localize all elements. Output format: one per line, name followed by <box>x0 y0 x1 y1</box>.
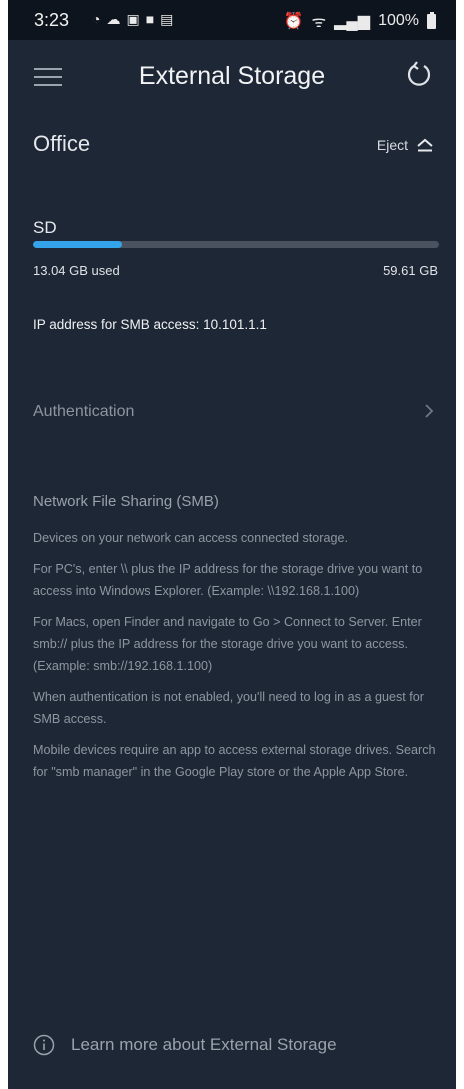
device-row: Office Eject <box>8 125 456 165</box>
smb-paragraph: Devices on your network can access conne… <box>33 531 349 545</box>
smb-title: Network File Sharing (SMB) <box>33 493 219 510</box>
status-time: 3:23 <box>34 10 70 30</box>
cast-icon: ◔ <box>92 11 101 27</box>
message-icon: ■ <box>145 11 155 27</box>
smb-info-section: Network File Sharing (SMB) Devices on yo… <box>33 493 438 792</box>
info-icon <box>33 1034 55 1056</box>
phone-screen: 3:23 ◔ ☁ ▣ ■ ▤ ⏰ ᯤ ▂▄▆ 100% External Sto… <box>8 0 456 1089</box>
gallery-icon: ▣ <box>126 11 140 27</box>
drive-label: SD <box>33 218 57 237</box>
authentication-row[interactable]: Authentication <box>8 385 456 435</box>
battery-icon <box>427 11 436 29</box>
wifi-icon: ᯤ <box>311 14 327 31</box>
eject-button[interactable]: Eject <box>377 137 434 153</box>
total-space: 59.61 GB <box>383 263 438 278</box>
eject-label: Eject <box>376 137 408 153</box>
smb-paragraph: For PC's, enter \\ plus the IP address f… <box>33 562 423 598</box>
clipboard-icon: ▤ <box>160 11 174 27</box>
alarm-icon: ⏰ <box>283 13 304 30</box>
weather-icon: ☁ <box>106 11 121 27</box>
smb-paragraph: Mobile devices require an app to access … <box>33 743 436 779</box>
page-title: External Storage <box>138 62 326 90</box>
learn-more-label: Learn more about External Storage <box>71 1035 337 1054</box>
learn-more-link[interactable]: Learn more about External Storage <box>33 1034 337 1056</box>
status-bar: 3:23 ◔ ☁ ▣ ■ ▤ ⏰ ᯤ ▂▄▆ 100% <box>8 0 456 40</box>
battery-percent: 100% <box>378 12 419 29</box>
app-bar: External Storage <box>8 40 456 112</box>
device-name: Office <box>33 131 91 156</box>
system-icons: ⏰ ᯤ ▂▄▆ 100% <box>284 10 436 32</box>
smb-paragraph: For Macs, open Finder and navigate to Go… <box>33 615 422 673</box>
storage-usage-fill <box>33 241 123 248</box>
chevron-right-icon <box>425 404 434 418</box>
signal-icon: ▂▄▆ <box>334 13 371 30</box>
notification-icons: ◔ ☁ ▣ ■ ▤ <box>92 11 173 28</box>
authentication-label: Authentication <box>33 403 135 420</box>
used-space: 13.04 GB used <box>33 263 120 278</box>
storage-usage-bar <box>33 241 439 248</box>
eject-icon <box>417 138 433 152</box>
refresh-icon[interactable] <box>404 60 434 90</box>
smb-paragraph: When authentication is not enabled, you'… <box>33 690 424 726</box>
smb-ip-address: IP address for SMB access: 10.101.1.1 <box>33 317 267 332</box>
